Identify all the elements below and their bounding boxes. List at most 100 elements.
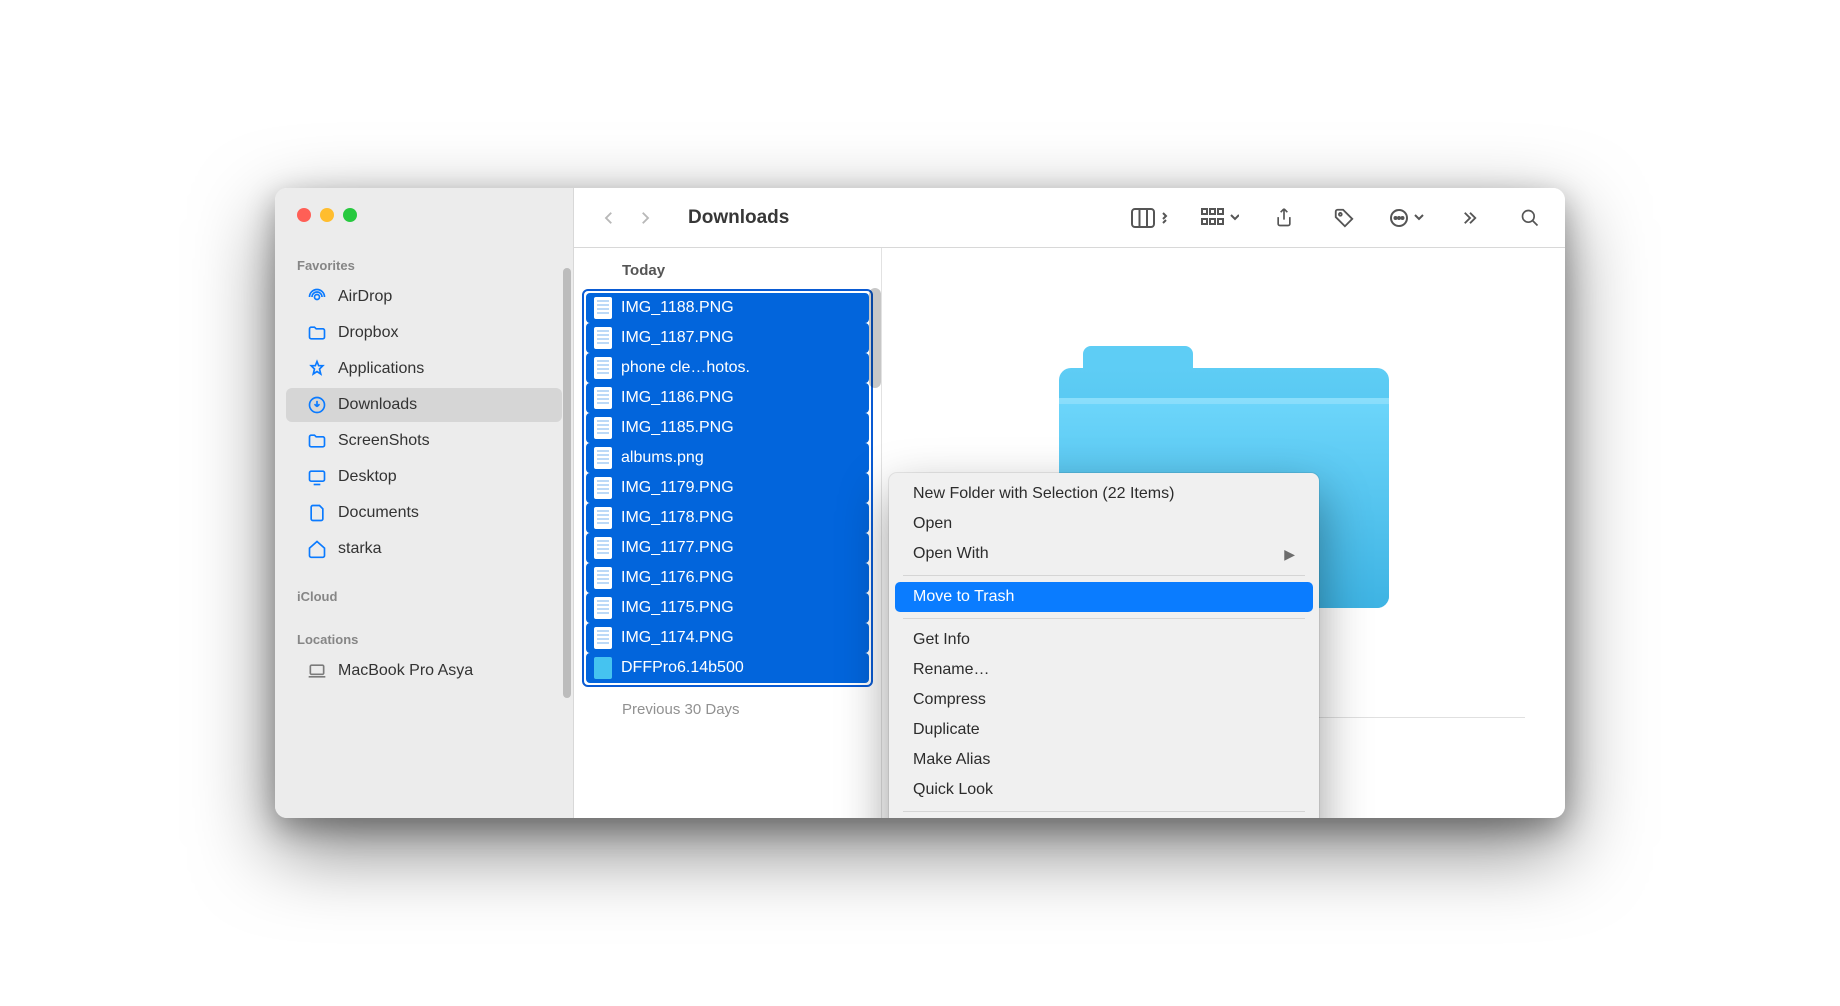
chevron-right-icon: ▶ <box>1284 546 1295 563</box>
menu-item[interactable]: Compress <box>895 685 1313 715</box>
sidebar-item-label: Documents <box>338 504 419 522</box>
sidebar-item-macbook[interactable]: MacBook Pro Asya <box>286 654 562 688</box>
sidebar-item-label: Downloads <box>338 396 417 414</box>
menu-item-label: Move to Trash <box>913 588 1014 606</box>
menu-item[interactable]: Rename… <box>895 655 1313 685</box>
file-item[interactable]: IMG_1188.PNG <box>586 293 869 323</box>
menu-item-label: Get Info <box>913 631 970 649</box>
file-list-column: Today IMG_1188.PNGIMG_1187.PNGphone cle…… <box>574 248 882 818</box>
file-item[interactable]: DFFPro6.14b500 <box>586 653 869 683</box>
column-scrollbar[interactable] <box>869 288 881 388</box>
applications-icon <box>306 358 328 380</box>
close-button[interactable] <box>297 208 311 222</box>
sidebar-section-icloud: iCloud <box>275 589 573 604</box>
file-item[interactable]: IMG_1179.PNG <box>586 473 869 503</box>
home-icon <box>306 538 328 560</box>
document-icon <box>306 502 328 524</box>
more-button[interactable] <box>1389 203 1425 233</box>
sidebar-item-documents[interactable]: Documents <box>286 496 562 530</box>
forward-button[interactable] <box>630 203 660 233</box>
file-item[interactable]: phone cle…hotos. <box>586 353 869 383</box>
sidebar-section-locations: Locations <box>275 632 573 647</box>
sidebar-item-applications[interactable]: Applications <box>286 352 562 386</box>
menu-item[interactable]: Open <box>895 509 1313 539</box>
menu-item-label: Open With <box>913 545 989 563</box>
menu-item-label: Quick Look <box>913 781 993 799</box>
sidebar-item-label: Dropbox <box>338 324 398 342</box>
folder-icon <box>306 430 328 452</box>
menu-item[interactable]: New Folder with Selection (22 Items) <box>895 479 1313 509</box>
desktop-icon <box>306 466 328 488</box>
image-thumbnail-icon <box>594 327 612 349</box>
tag-button[interactable] <box>1329 203 1359 233</box>
menu-item[interactable]: Open With ▶ <box>895 539 1313 569</box>
sidebar-item-label: Applications <box>338 360 424 378</box>
file-item-label: IMG_1188.PNG <box>621 299 734 317</box>
menu-item-label: Make Alias <box>913 751 990 769</box>
file-item-label: IMG_1187.PNG <box>621 329 734 347</box>
downloads-icon <box>306 394 328 416</box>
menu-item-label: Compress <box>913 691 986 709</box>
file-item[interactable]: IMG_1187.PNG <box>586 323 869 353</box>
file-item[interactable]: IMG_1186.PNG <box>586 383 869 413</box>
group-button[interactable] <box>1201 203 1239 233</box>
fullscreen-button[interactable] <box>343 208 357 222</box>
file-list-selection: IMG_1188.PNG IMG_1187.PNGphone cle…hotos.… <box>582 289 873 687</box>
sidebar-item-dropbox[interactable]: Dropbox <box>286 316 562 350</box>
menu-divider <box>903 618 1305 619</box>
back-button[interactable] <box>594 203 624 233</box>
sidebar-item-home[interactable]: starka <box>286 532 562 566</box>
file-item[interactable]: IMG_1176.PNG <box>586 563 869 593</box>
sidebar-item-label: AirDrop <box>338 288 392 306</box>
image-thumbnail-icon <box>594 297 612 319</box>
file-item-label: IMG_1176.PNG <box>621 569 734 587</box>
menu-item-move-to-trash[interactable]: Move to Trash <box>895 582 1313 612</box>
sidebar-item-label: starka <box>338 540 382 558</box>
folder-icon <box>594 657 612 679</box>
toolbar: Downloads <box>574 188 1565 248</box>
image-thumbnail-icon <box>594 597 612 619</box>
window-title: Downloads <box>688 207 789 229</box>
search-button[interactable] <box>1515 203 1545 233</box>
airdrop-icon <box>306 286 328 308</box>
file-item-label: IMG_1175.PNG <box>621 599 734 617</box>
menu-item-label: New Folder with Selection (22 Items) <box>913 485 1174 503</box>
finder-window: Favorites AirDrop Dropbox Applications D… <box>275 188 1565 818</box>
file-item-label: IMG_1186.PNG <box>621 389 734 407</box>
menu-item[interactable]: Quick Look <box>895 775 1313 805</box>
menu-item-label: Open <box>913 515 952 533</box>
share-button[interactable] <box>1269 203 1299 233</box>
sidebar-item-downloads[interactable]: Downloads <box>286 388 562 422</box>
sidebar-item-desktop[interactable]: Desktop <box>286 460 562 494</box>
image-thumbnail-icon <box>594 417 612 439</box>
sidebar-item-label: ScreenShots <box>338 432 430 450</box>
menu-item[interactable]: Duplicate <box>895 715 1313 745</box>
file-item-label: IMG_1177.PNG <box>621 539 734 557</box>
image-thumbnail-icon <box>594 477 612 499</box>
sidebar-item-airdrop[interactable]: AirDrop <box>286 280 562 314</box>
list-section-header-2: Previous 30 Days <box>574 687 881 728</box>
file-item[interactable]: IMG_1185.PNG <box>586 413 869 443</box>
file-item[interactable]: IMG_1178.PNG <box>586 503 869 533</box>
menu-item[interactable]: Get Info <box>895 625 1313 655</box>
file-item[interactable]: IMG_1175.PNG <box>586 593 869 623</box>
view-columns-button[interactable] <box>1131 203 1171 233</box>
file-item[interactable]: albums.png <box>586 443 869 473</box>
sidebar-item-screenshots[interactable]: ScreenShots <box>286 424 562 458</box>
sidebar-scrollbar[interactable] <box>563 268 571 698</box>
file-item[interactable]: IMG_1174.PNG <box>586 623 869 653</box>
context-menu: New Folder with Selection (22 Items) Open… <box>889 473 1319 818</box>
menu-divider <box>903 811 1305 812</box>
image-thumbnail-icon <box>594 447 612 469</box>
minimize-button[interactable] <box>320 208 334 222</box>
sidebar-item-label: MacBook Pro Asya <box>338 662 473 680</box>
overflow-button[interactable] <box>1455 203 1485 233</box>
folder-icon <box>306 322 328 344</box>
image-thumbnail-icon <box>594 357 612 379</box>
file-item-label: IMG_1174.PNG <box>621 629 734 647</box>
sidebar-item-label: Desktop <box>338 468 397 486</box>
file-item-label: IMG_1178.PNG <box>621 509 734 527</box>
file-item[interactable]: IMG_1177.PNG <box>586 533 869 563</box>
menu-item[interactable]: Make Alias <box>895 745 1313 775</box>
sidebar-section-favorites: Favorites <box>275 258 573 273</box>
